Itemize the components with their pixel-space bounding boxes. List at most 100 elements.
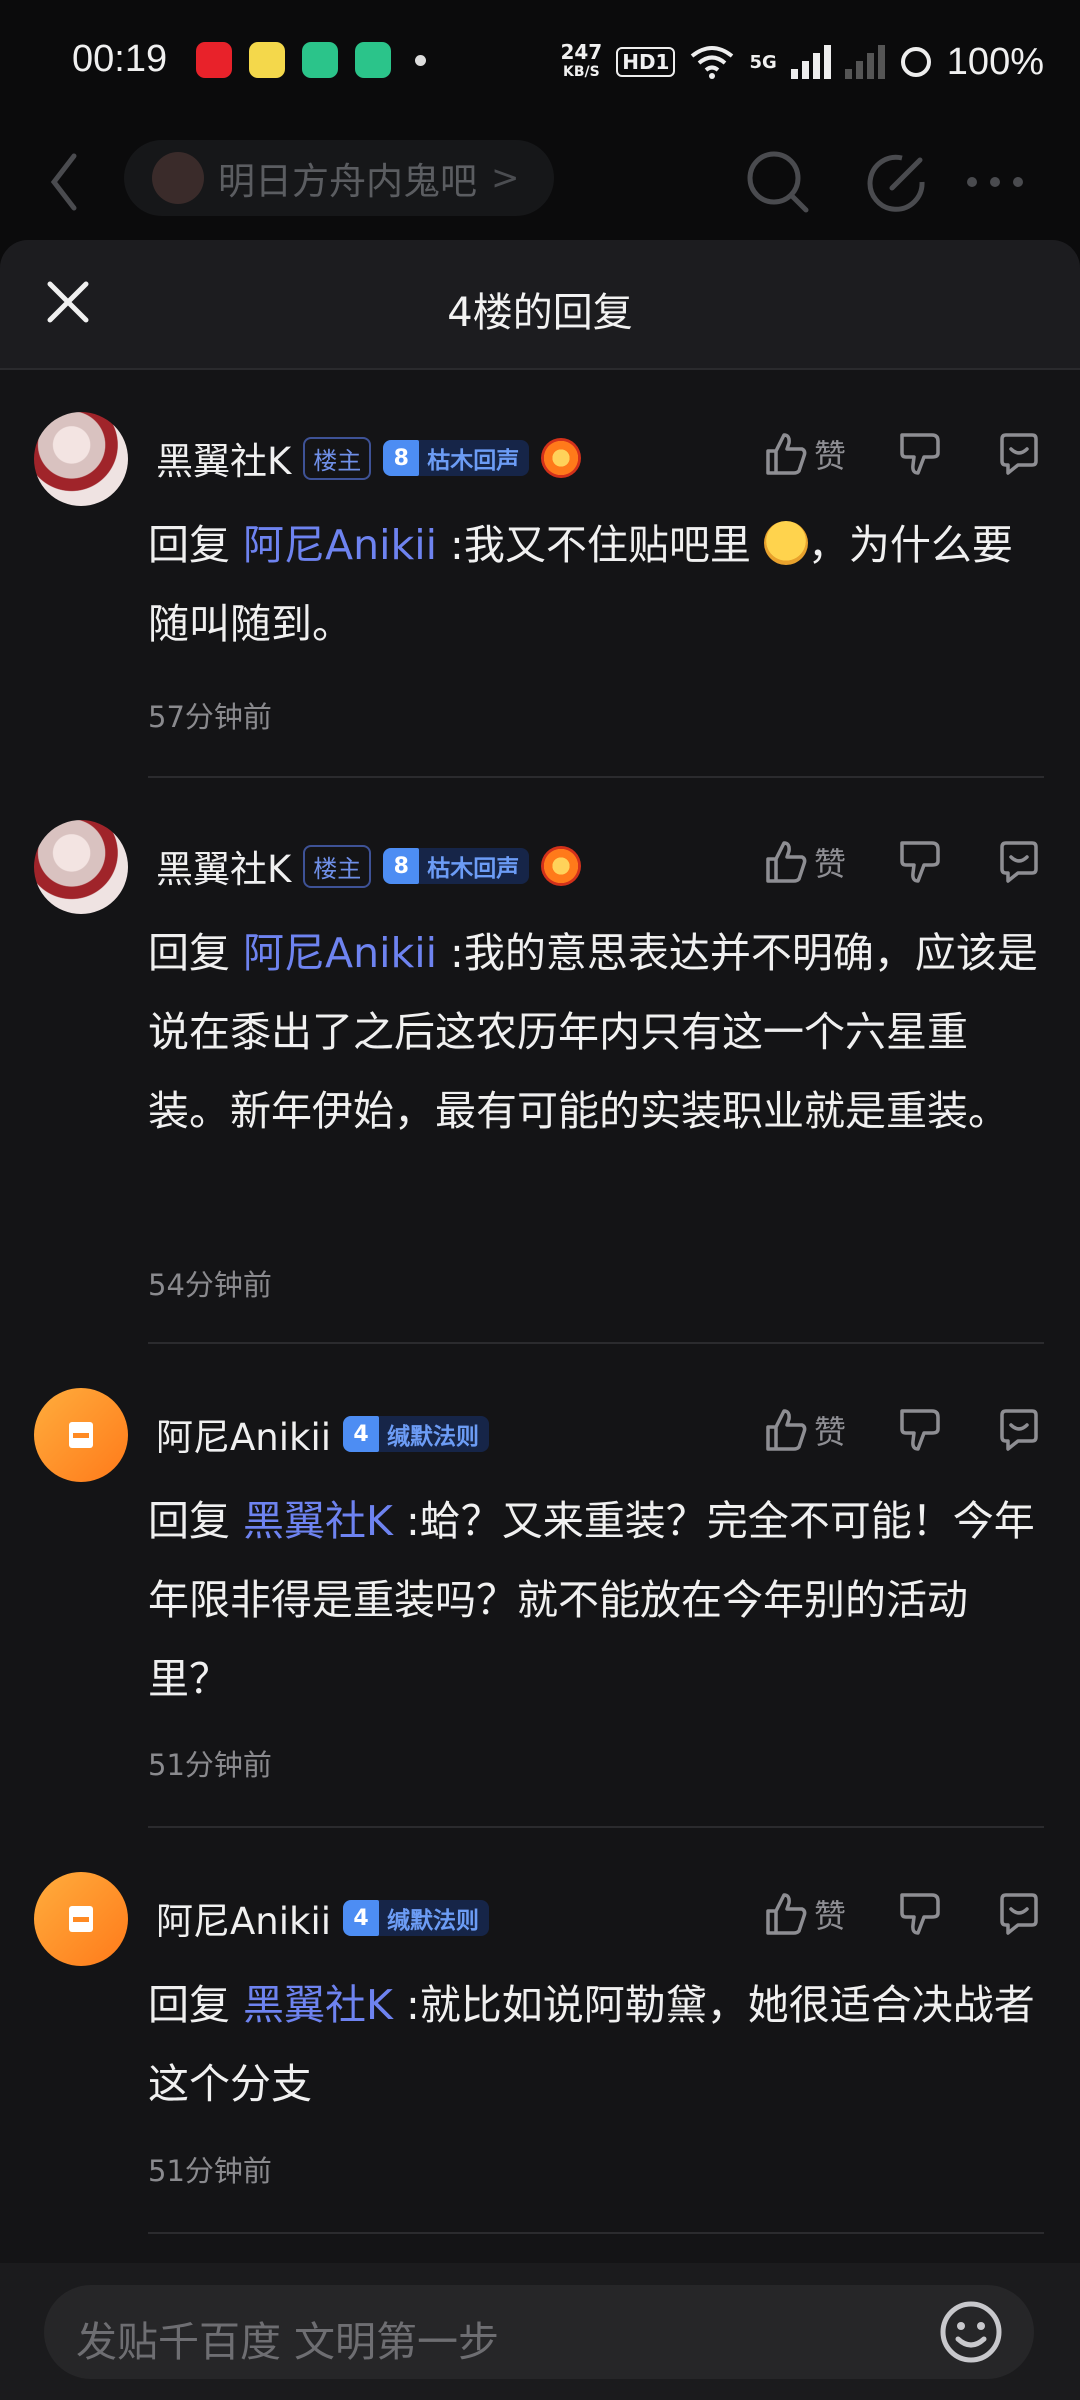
battery-app-icon: [355, 42, 391, 78]
compose-icon[interactable]: [862, 146, 932, 218]
reply-prefix: 回复: [148, 1981, 244, 2029]
network-speed-unit: KB/S: [562, 64, 600, 80]
level-badge: 8 枯木回声: [383, 440, 530, 476]
avatar-logo-icon: [69, 1422, 93, 1448]
dislike-button[interactable]: [898, 1884, 942, 1944]
username[interactable]: 阿尼Anikii: [156, 1891, 331, 1945]
thumbs-up-icon: [766, 433, 807, 475]
medal-icon: [541, 438, 582, 478]
forum-name: 明日方舟内鬼吧: [218, 160, 477, 203]
reply-timestamp: 51分钟前: [148, 1748, 272, 1782]
like-label: 赞: [813, 1897, 846, 1935]
comment-icon: [1000, 841, 1038, 883]
comment-button[interactable]: [996, 424, 1042, 484]
battery-level: 100%: [946, 40, 1044, 83]
comment-button[interactable]: [996, 1884, 1042, 1944]
reply-prefix: 回复: [148, 1497, 244, 1545]
emoji-icon[interactable]: [936, 2297, 1006, 2367]
wifi-icon: [691, 46, 734, 79]
reply-actions: 赞: [764, 424, 1042, 484]
battery-icon: [900, 47, 931, 77]
username[interactable]: 黑翼社K: [156, 839, 291, 893]
reply-timestamp: 54分钟前: [148, 1268, 272, 1302]
like-button[interactable]: 赞: [764, 1400, 846, 1460]
comment-icon: [1000, 433, 1038, 475]
search-icon[interactable]: [742, 146, 812, 218]
level-name: 枯木回声: [427, 448, 520, 474]
signal-icon: [790, 45, 831, 79]
owner-tag: 楼主: [303, 844, 372, 888]
thumbs-down-icon: [900, 1893, 940, 1935]
network-speed: 247 KB/S: [560, 42, 602, 82]
level-name: 枯木回声: [427, 856, 520, 882]
avatar[interactable]: [34, 1872, 128, 1966]
network-speed-value: 247: [560, 40, 603, 64]
laughing-emoji-icon: [763, 521, 808, 565]
like-label: 赞: [813, 845, 846, 883]
forum-avatar: [152, 152, 204, 204]
reply-actions: 赞: [764, 1400, 1042, 1460]
more-notifications-dot: [415, 55, 426, 66]
more-options-icon[interactable]: [960, 146, 1030, 218]
sheet-title: 4楼的回复: [447, 290, 633, 336]
comment-icon: [1000, 1409, 1038, 1451]
status-bar: 00:19 247 KB/S HD1 5G 100%: [0, 0, 1080, 124]
avatar[interactable]: [34, 820, 128, 914]
mention-link[interactable]: 阿尼Anikii: [243, 929, 437, 977]
avatar[interactable]: [34, 412, 128, 506]
reply-input[interactable]: 发贴千百度 文明第一步: [44, 2285, 1034, 2379]
reply-actions: 赞: [764, 832, 1042, 892]
user-info-row: 阿尼Anikii 4 缄默法则: [156, 1891, 490, 1945]
level-number: 4: [343, 1900, 380, 1936]
thumbs-up-icon: [766, 1409, 807, 1451]
like-label: 赞: [813, 1413, 846, 1451]
owner-tag: 楼主: [303, 436, 372, 480]
reply-actions: 赞: [764, 1884, 1042, 1944]
input-placeholder: 发贴千百度 文明第一步: [76, 2318, 500, 2366]
like-button[interactable]: 赞: [764, 424, 846, 484]
reply-content: :我又不住贴吧里: [437, 521, 764, 569]
reply-item: 黑翼社K 楼主 8 枯木回声 赞 回复 阿尼Anikii :我的意思表达并不明确，…: [0, 778, 1080, 1344]
thumbs-down-icon: [900, 841, 940, 883]
battery-app-icon: [302, 42, 338, 78]
username[interactable]: 阿尼Anikii: [156, 1407, 331, 1461]
thumbs-up-icon: [766, 841, 807, 883]
comment-button[interactable]: [996, 1400, 1042, 1460]
comment-icon: [1000, 1893, 1038, 1935]
like-button[interactable]: 赞: [764, 832, 846, 892]
username[interactable]: 黑翼社K: [156, 431, 291, 485]
mention-link[interactable]: 阿尼Anikii: [243, 521, 437, 569]
level-name: 缄默法则: [387, 1424, 480, 1450]
comment-button[interactable]: [996, 832, 1042, 892]
reply-sheet: 4楼的回复 黑翼社K 楼主 8 枯木回声 赞 回复 阿尼Anikii:我又不住…: [0, 240, 1080, 2400]
dislike-button[interactable]: [898, 832, 942, 892]
level-badge: 4 缄默法则: [343, 1416, 490, 1452]
reply-prefix: 回复: [148, 929, 244, 977]
divider: [148, 2232, 1044, 2234]
avatar[interactable]: [34, 1388, 128, 1482]
level-badge: 4 缄默法则: [343, 1900, 490, 1936]
like-button[interactable]: 赞: [764, 1884, 846, 1944]
status-indicators: 247 KB/S HD1 5G 100%: [560, 40, 1044, 84]
signal-weak-icon: [844, 45, 885, 79]
mention-link[interactable]: 黑翼社K: [243, 1981, 393, 2029]
forum-chip[interactable]: 明日方舟内鬼吧 >: [124, 140, 554, 216]
reply-timestamp: 57分钟前: [148, 700, 272, 734]
reply-item: 阿尼Anikii 4 缄默法则 赞 回复 黑翼社K :蛤？又来重装？完全不可能！今…: [0, 1344, 1080, 1828]
dislike-button[interactable]: [898, 424, 942, 484]
hd-badge: HD1: [616, 47, 676, 77]
level-number: 8: [383, 440, 420, 476]
chevron-right-icon: >: [491, 158, 520, 198]
dislike-button[interactable]: [898, 1400, 942, 1460]
user-info-row: 阿尼Anikii 4 缄默法则: [156, 1407, 490, 1461]
avatar-logo-icon: [69, 1906, 93, 1932]
reply-prefix: 回复: [148, 521, 244, 569]
mention-link[interactable]: 黑翼社K: [243, 1497, 393, 1545]
reply-text: 回复 黑翼社K :蛤？又来重装？完全不可能！今年年限非得是重装吗？就不能放在今年…: [148, 1482, 1044, 1719]
level-number: 4: [343, 1416, 380, 1452]
app-notification-icon: [196, 42, 232, 78]
app-notification-icon: [249, 42, 285, 78]
reply-text: 回复 阿尼Anikii :我又不住贴吧里 ，为什么要随叫随到。: [148, 506, 1044, 664]
thumbs-down-icon: [900, 1409, 940, 1451]
back-arrow-icon[interactable]: [44, 146, 84, 218]
